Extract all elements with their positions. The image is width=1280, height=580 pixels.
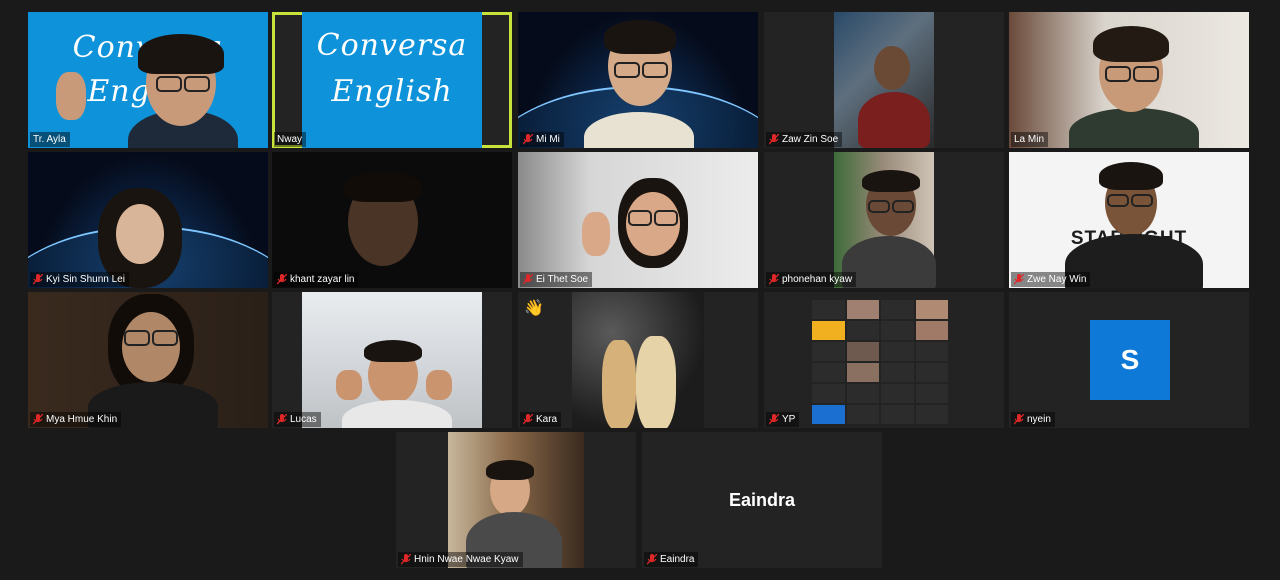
participant-name: phonehan kyaw: [782, 274, 853, 285]
wave-reaction-icon: 👋: [524, 300, 544, 317]
participant-name: YP: [782, 414, 796, 425]
participant-display-name: Eaindra: [728, 490, 796, 510]
video-tile[interactable]: STARLIGHT Zwe Nay Win: [1009, 152, 1249, 288]
participant-name: La Min: [1014, 134, 1045, 145]
muted-mic-icon: [647, 554, 657, 565]
muted-mic-icon: [769, 414, 779, 425]
screen-share-thumbnail: [812, 300, 948, 424]
participant-name: Zaw Zin Soe: [782, 134, 839, 145]
muted-mic-icon: [769, 134, 779, 145]
participant-nameplate: Mya Hmue Khin: [30, 412, 122, 427]
muted-mic-icon: [523, 274, 533, 285]
participant-video: [302, 292, 482, 428]
muted-mic-icon: [523, 414, 533, 425]
muted-mic-icon: [769, 274, 779, 285]
participant-name: Mi Mi: [536, 134, 560, 145]
participant-nameplate: YP: [766, 412, 800, 427]
video-tile[interactable]: La Min: [1009, 12, 1249, 148]
muted-mic-icon: [401, 554, 411, 565]
video-tile[interactable]: Mya Hmue Khin: [28, 292, 268, 428]
banner-line1: Conversa: [316, 28, 468, 63]
participant-nameplate: phonehan kyaw: [766, 272, 857, 287]
participant-video: [834, 12, 934, 148]
video-tile[interactable]: Conversa English Tr. Ayla: [28, 12, 268, 148]
muted-mic-icon: [277, 414, 287, 425]
participant-name: Hnin Nwae Nwae Kyaw: [414, 554, 519, 565]
participant-nameplate: Lucas: [274, 412, 321, 427]
participant-name: Tr. Ayla: [33, 134, 66, 145]
video-tile[interactable]: Eaindra Eaindra: [642, 432, 882, 568]
participant-nameplate: nyein: [1011, 412, 1055, 427]
video-tile[interactable]: Hnin Nwae Nwae Kyaw: [396, 432, 636, 568]
video-tile[interactable]: YP: [764, 292, 1004, 428]
video-tile[interactable]: Mi Mi: [518, 12, 758, 148]
avatar: S: [1090, 320, 1170, 400]
video-tile[interactable]: Ei Thet Soe: [518, 152, 758, 288]
participant-name: Nway: [277, 134, 303, 145]
muted-mic-icon: [33, 274, 43, 285]
participant-name: Ei Thet Soe: [536, 274, 589, 285]
participant-nameplate: La Min: [1011, 132, 1049, 147]
participant-nameplate: Zaw Zin Soe: [766, 132, 843, 147]
participant-video: [448, 432, 584, 568]
participant-nameplate: Kyi Sin Shunn Lei: [30, 272, 129, 287]
participant-name: nyein: [1027, 414, 1051, 425]
participant-nameplate: Kara: [520, 412, 562, 427]
participant-nameplate: Hnin Nwae Nwae Kyaw: [398, 552, 523, 567]
video-tile[interactable]: phonehan kyaw: [764, 152, 1004, 288]
participant-video: [834, 152, 936, 288]
participant-name: Eaindra: [660, 554, 695, 565]
muted-mic-icon: [1014, 414, 1024, 425]
active-speaker-tile[interactable]: Conversa English Nway: [272, 12, 512, 148]
video-tile[interactable]: khant zayar lin: [272, 152, 512, 288]
muted-mic-icon: [523, 134, 533, 145]
participant-video: [572, 292, 704, 428]
video-tile[interactable]: Zaw Zin Soe: [764, 12, 1004, 148]
participant-nameplate: Zwe Nay Win: [1011, 272, 1091, 287]
muted-mic-icon: [1014, 274, 1024, 285]
participant-nameplate: Eaindra: [644, 552, 699, 567]
participant-nameplate: Tr. Ayla: [30, 132, 70, 147]
banner-line2: English: [331, 74, 453, 109]
video-tile[interactable]: 👋 Kara: [518, 292, 758, 428]
video-tile[interactable]: Kyi Sin Shunn Lei: [28, 152, 268, 288]
video-tile[interactable]: S nyein: [1009, 292, 1249, 428]
participant-nameplate: Nway: [274, 132, 307, 147]
participant-name: Lucas: [290, 414, 317, 425]
participant-nameplate: Mi Mi: [520, 132, 564, 147]
participant-name: Kara: [536, 414, 558, 425]
participant-nameplate: khant zayar lin: [274, 272, 359, 287]
participant-video: Conversa English: [302, 12, 482, 148]
participant-name: Mya Hmue Khin: [46, 414, 118, 425]
participant-name: khant zayar lin: [290, 274, 355, 285]
participant-name: Kyi Sin Shunn Lei: [46, 274, 125, 285]
muted-mic-icon: [33, 414, 43, 425]
participant-name: Zwe Nay Win: [1027, 274, 1087, 285]
muted-mic-icon: [277, 274, 287, 285]
gallery-view: Conversa English Tr. Ayla Conversa Engli…: [0, 0, 1280, 580]
video-tile[interactable]: Lucas: [272, 292, 512, 428]
participant-nameplate: Ei Thet Soe: [520, 272, 593, 287]
